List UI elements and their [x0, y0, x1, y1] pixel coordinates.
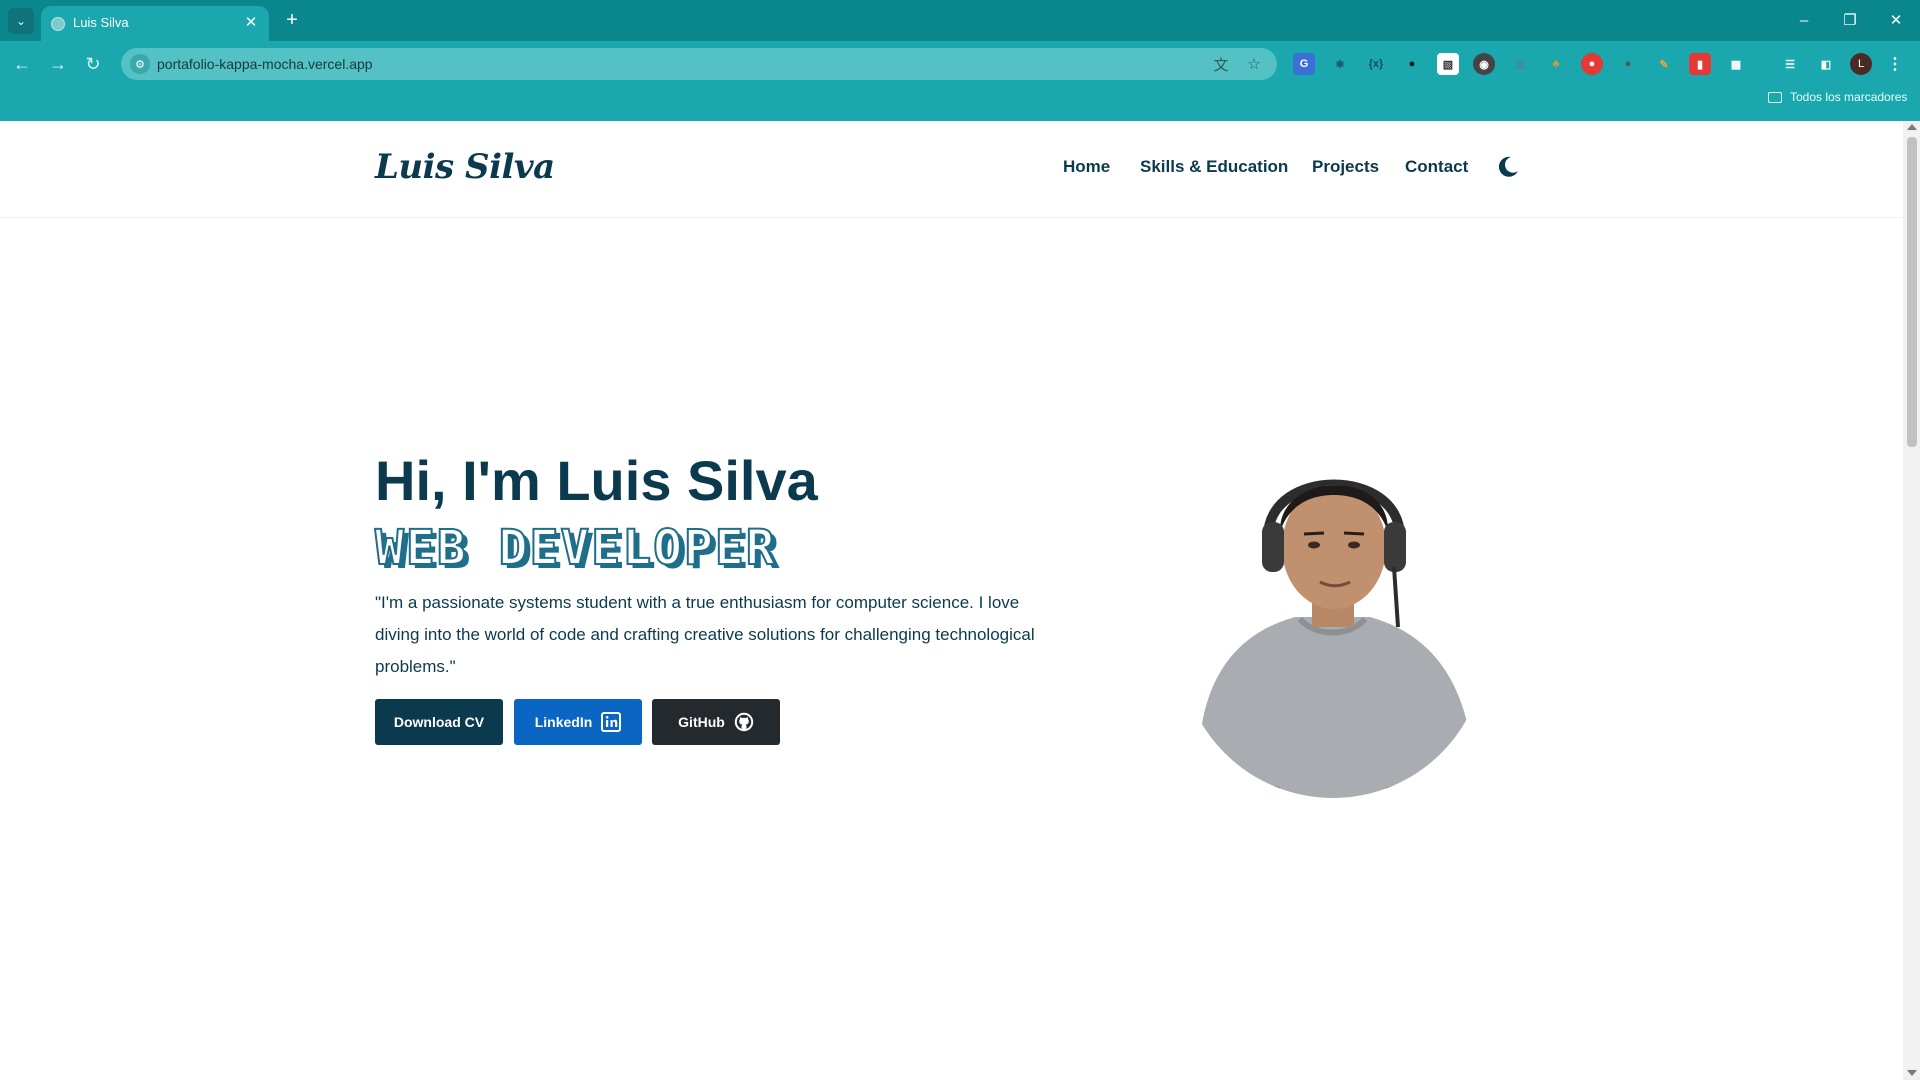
url-text[interactable]: portafolio-kappa-mocha.vercel.app: [157, 56, 373, 72]
download-cv-button[interactable]: Download CV: [375, 699, 503, 745]
side-panel-icon[interactable]: ◧: [1815, 53, 1837, 75]
github-icon: [734, 712, 754, 732]
hero-description: "I'm a passionate systems student with a…: [375, 593, 1035, 676]
profile-photo: [1180, 437, 1486, 798]
hero-subtitle: WEB DEVELOPER: [374, 519, 777, 577]
pdf-extension-icon[interactable]: ▮: [1689, 53, 1711, 75]
tab-search-button[interactable]: ⌄: [8, 8, 34, 34]
clipboard-extension-icon[interactable]: ▧: [1437, 53, 1459, 75]
minimize-button[interactable]: –: [1789, 8, 1819, 32]
page-viewport: Luis Silva Home Skills & Education Proje…: [0, 121, 1903, 1080]
reload-icon[interactable]: ↻: [81, 52, 105, 76]
pencil-extension-icon[interactable]: ✎: [1653, 53, 1675, 75]
close-tab-icon[interactable]: ✕: [241, 12, 261, 32]
scroll-down-arrow-icon[interactable]: [1907, 1070, 1917, 1076]
site-header: Luis Silva Home Skills & Education Proje…: [0, 121, 1903, 218]
page-scrollbar[interactable]: [1903, 121, 1920, 1080]
nav-projects[interactable]: Projects: [1312, 157, 1379, 177]
red-extension-icon[interactable]: ●: [1581, 53, 1603, 75]
cookie-extension-icon[interactable]: ●: [1617, 53, 1639, 75]
hero-title: Hi, I'm Luis Silva: [375, 449, 818, 512]
forward-icon[interactable]: →: [46, 52, 70, 76]
folder-icon: [1768, 91, 1782, 103]
nav-home[interactable]: Home: [1063, 157, 1110, 177]
more-menu-icon[interactable]: ⋮: [1884, 53, 1906, 75]
github-button[interactable]: GitHub: [652, 699, 780, 745]
star-icon[interactable]: ☆: [1244, 54, 1264, 74]
browser-tab[interactable]: Luis Silva ✕: [41, 6, 269, 41]
dark-extension-icon[interactable]: ●: [1401, 53, 1423, 75]
browser-toolbar: ← → ↻ ⚙ portafolio-kappa-mocha.vercel.ap…: [0, 41, 1920, 121]
address-bar[interactable]: ⚙ portafolio-kappa-mocha.vercel.app 文 ☆: [121, 48, 1277, 80]
translate-icon[interactable]: 文: [1211, 54, 1231, 74]
browser-tabstrip: ⌄ Luis Silva ✕ + – ❐ ✕: [0, 0, 1920, 41]
linkedin-label: LinkedIn: [534, 714, 593, 730]
linkedin-button[interactable]: LinkedIn: [514, 699, 642, 745]
scrollbar-thumb[interactable]: [1907, 137, 1917, 447]
back-icon[interactable]: ←: [10, 52, 34, 76]
download-cv-label: Download CV: [393, 714, 485, 730]
new-tab-button[interactable]: +: [280, 8, 304, 32]
linkedin-icon: [601, 712, 622, 732]
close-window-button[interactable]: ✕: [1881, 8, 1911, 32]
translate-extension-icon[interactable]: G: [1293, 53, 1315, 75]
nav-contact[interactable]: Contact: [1405, 157, 1468, 177]
color-extension-icon[interactable]: ♣: [1545, 53, 1567, 75]
tab-title: Luis Silva: [73, 15, 129, 30]
site-logo[interactable]: Luis Silva: [375, 147, 555, 187]
bookmarks-label: Todos los marcadores: [1790, 90, 1908, 104]
restore-button[interactable]: ❐: [1835, 8, 1865, 32]
scroll-up-arrow-icon[interactable]: [1907, 124, 1917, 130]
all-bookmarks[interactable]: Todos los marcadores: [1768, 90, 1907, 104]
json-extension-icon[interactable]: {x}: [1365, 53, 1387, 75]
grid-extension-icon[interactable]: ▦: [1509, 53, 1531, 75]
media-controls-icon[interactable]: ☰: [1779, 53, 1801, 75]
record-extension-icon[interactable]: ◉: [1473, 53, 1495, 75]
site-info-icon[interactable]: ⚙: [130, 54, 150, 74]
github-label: GitHub: [678, 714, 725, 730]
profile-avatar[interactable]: L: [1850, 53, 1872, 75]
globe-icon: [51, 17, 65, 31]
puzzle-extensions-icon[interactable]: ▩: [1725, 53, 1747, 75]
moon-icon[interactable]: [1496, 155, 1520, 179]
react-devtools-icon[interactable]: ⚛: [1329, 53, 1351, 75]
nav-skills-education[interactable]: Skills & Education: [1140, 157, 1288, 177]
